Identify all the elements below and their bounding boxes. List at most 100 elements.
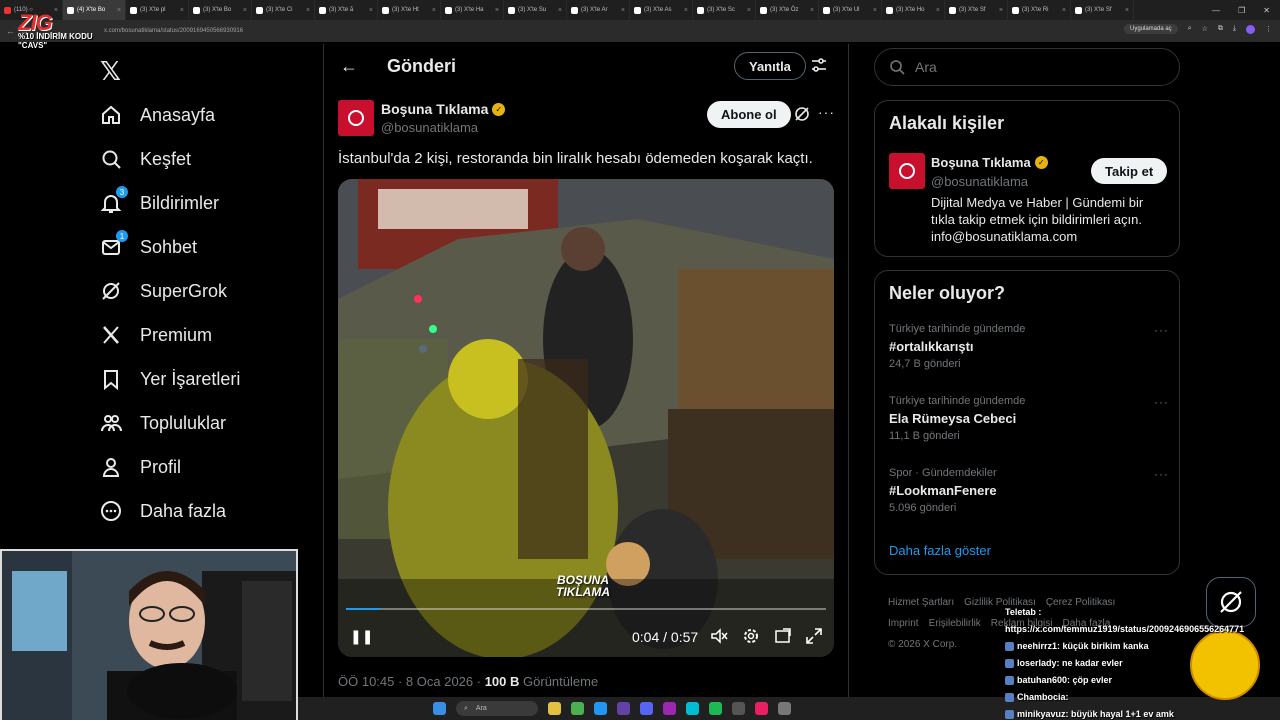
more-options-icon[interactable]: ··· [1154, 467, 1169, 481]
star-icon[interactable]: ☆ [1202, 25, 1208, 33]
browser-tab[interactable]: (3) X'te Ri × [1008, 0, 1071, 20]
tab-close-icon[interactable]: × [621, 7, 625, 14]
trend-item[interactable]: Türkiye tarihinde gündemde Ela Rümeysa Ce… [889, 395, 1169, 442]
more-options-icon[interactable]: ··· [1154, 395, 1169, 409]
related-name-row[interactable]: Boşuna Tıklama ✓ [931, 155, 1048, 170]
tab-close-icon[interactable]: × [873, 7, 877, 14]
discord-icon[interactable] [640, 702, 653, 715]
sidebar-item-grok[interactable]: SuperGrok [100, 280, 227, 302]
browser-tab[interactable]: (3) X'te Ho × [882, 0, 945, 20]
pause-icon[interactable]: ❚❚ [350, 628, 373, 645]
minimize-icon[interactable]: — [1212, 6, 1220, 15]
tab-close-icon[interactable]: × [1125, 7, 1129, 14]
sidebar-item-home[interactable]: Anasayfa [100, 104, 215, 126]
related-name[interactable]: Boşuna Tıklama [931, 155, 1031, 170]
app-icon[interactable] [686, 702, 699, 715]
tab-close-icon[interactable]: × [558, 7, 562, 14]
tab-close-icon[interactable]: × [810, 7, 814, 14]
sidebar-item-notifications[interactable]: 3 Bildirimler [100, 186, 219, 214]
app-icon[interactable] [755, 702, 768, 715]
tab-close-icon[interactable]: × [369, 7, 373, 14]
footer-link[interactable]: Hizmet Şartları [888, 597, 954, 608]
open-in-app-pill[interactable]: Uygulamada aç [1123, 24, 1178, 34]
tab-close-icon[interactable]: × [306, 7, 310, 14]
tab-close-icon[interactable]: × [117, 7, 121, 14]
browser-tab[interactable]: (3) X'te pl × [126, 0, 189, 20]
browser-tab[interactable]: (3) X'te Ci × [252, 0, 315, 20]
browser-tab[interactable]: (3) X'te Ht × [378, 0, 441, 20]
extensions-icon[interactable]: ⧉ [1218, 25, 1223, 33]
browser-tab[interactable]: (3) X'te Öz × [756, 0, 819, 20]
picture-in-picture-icon[interactable] [774, 627, 792, 645]
tab-close-icon[interactable]: × [495, 7, 499, 14]
browser-tab[interactable]: (3) X'te Su × [504, 0, 567, 20]
sidebar-item-messages[interactable]: 1 Sohbet [100, 230, 197, 258]
sidebar-item-bookmarks[interactable]: Yer İşaretleri [100, 368, 240, 390]
tab-close-icon[interactable]: × [936, 7, 940, 14]
author-name-row[interactable]: Boşuna Tıklama ✓ [381, 101, 506, 117]
trend-item[interactable]: Türkiye tarihinde gündemde #ortalıkkarışt… [889, 323, 1169, 370]
back-arrow-icon[interactable]: ← [340, 56, 358, 77]
tab-close-icon[interactable]: × [180, 7, 184, 14]
sidebar-item-more[interactable]: Daha fazla [100, 500, 226, 522]
close-window-icon[interactable]: ✕ [1263, 6, 1270, 15]
fullscreen-icon[interactable] [805, 627, 823, 645]
author-name[interactable]: Boşuna Tıklama [381, 101, 488, 117]
search-input[interactable]: Ara [874, 48, 1180, 86]
related-avatar[interactable] [889, 153, 925, 189]
post-timestamp[interactable]: ÖÖ 10:45 · 8 Oca 2026 · [338, 674, 485, 689]
browser-tab[interactable]: (3) X'te Bo × [189, 0, 252, 20]
tab-close-icon[interactable]: × [432, 7, 436, 14]
browser-tab[interactable]: (3) X'te Ha × [441, 0, 504, 20]
file-explorer-icon[interactable] [548, 702, 561, 715]
browser-tab[interactable]: (3) X'te Sc × [693, 0, 756, 20]
edge-icon[interactable] [594, 702, 607, 715]
browser-tab[interactable]: (3) X'te Sf × [1071, 0, 1134, 20]
video-player[interactable]: BOŞUNA TIKLAMA ❚❚ 0:04 / 0:57 [338, 179, 834, 657]
tab-close-icon[interactable]: × [684, 7, 688, 14]
subscribe-button[interactable]: Abone ol [707, 101, 791, 128]
browser-tab[interactable]: (3) X'te ã × [315, 0, 378, 20]
reply-button[interactable]: Yanıtla [734, 52, 806, 80]
profile-icon[interactable] [1246, 24, 1255, 34]
mute-icon[interactable] [710, 627, 728, 645]
taskbar-search[interactable]: ⌕ Ara [456, 701, 538, 716]
more-options-icon[interactable]: ··· [1154, 323, 1169, 337]
restore-icon[interactable]: ❐ [1238, 6, 1245, 15]
author-avatar[interactable] [338, 100, 374, 136]
sidebar-item-premium[interactable]: Premium [100, 324, 212, 346]
settings-gear-icon[interactable] [742, 627, 760, 645]
sidebar-item-explore[interactable]: Keşfet [100, 148, 191, 170]
x-logo-icon[interactable]: 𝕏 [100, 56, 121, 87]
menu-icon[interactable]: ⋮ [1265, 25, 1272, 33]
footer-link[interactable]: Imprint [888, 618, 919, 629]
grok-icon[interactable] [794, 106, 810, 127]
tab-close-icon[interactable]: × [1062, 7, 1066, 14]
browser-tab[interactable]: (3) X'te As × [630, 0, 693, 20]
filter-settings-icon[interactable] [810, 56, 828, 79]
browser-tab[interactable]: (3) X'te Ar × [567, 0, 630, 20]
app-icon[interactable] [778, 702, 791, 715]
footer-link[interactable]: Erişilebilirlik [929, 618, 981, 629]
more-options-icon[interactable]: ··· [818, 104, 835, 120]
app-icon[interactable] [732, 702, 745, 715]
author-handle[interactable]: @bosunatiklama [381, 120, 478, 135]
tab-close-icon[interactable]: × [999, 7, 1003, 14]
download-icon[interactable]: ⤓ [1233, 25, 1236, 33]
sidebar-item-communities[interactable]: Topluluklar [100, 412, 226, 434]
trend-item[interactable]: Spor · Gündemdekiler #LookmanFenere 5.096 … [889, 467, 1169, 514]
windows-start-icon[interactable] [433, 702, 446, 715]
browser-tab[interactable]: (3) X'te Sf × [945, 0, 1008, 20]
video-progress-bar[interactable] [346, 608, 826, 610]
chrome-icon[interactable] [571, 702, 584, 715]
browser-tab[interactable]: (3) X'te Ul × [819, 0, 882, 20]
related-handle[interactable]: @bosunatiklama [931, 174, 1028, 189]
zoom-icon[interactable]: ⌕ [1188, 25, 1192, 33]
tab-close-icon[interactable]: × [243, 7, 247, 14]
tab-close-icon[interactable]: × [747, 7, 751, 14]
twitch-icon[interactable] [617, 702, 630, 715]
sidebar-item-profile[interactable]: Profil [100, 456, 181, 478]
app-icon[interactable] [663, 702, 676, 715]
url-text[interactable]: x.com/bosunatiklama/status/2009169450566… [104, 28, 243, 34]
follow-button[interactable]: Takip et [1091, 158, 1168, 184]
